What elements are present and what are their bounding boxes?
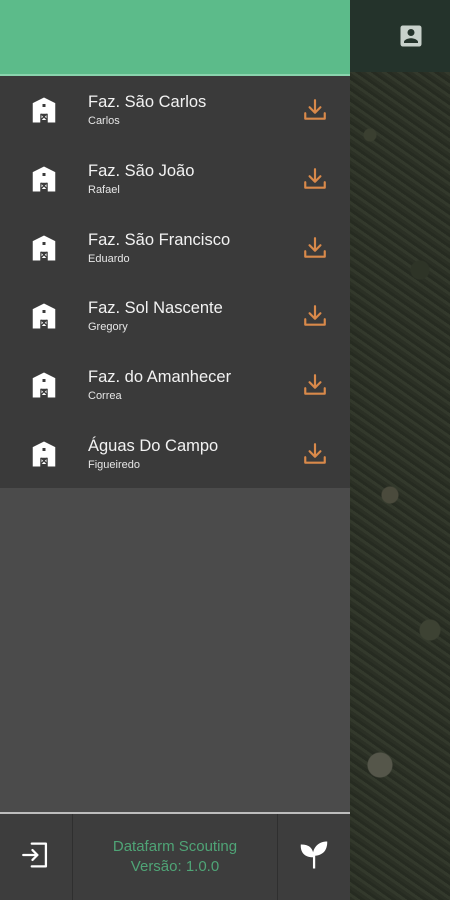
list-item[interactable]: Águas Do Campo Figueiredo xyxy=(0,419,350,488)
barn-icon xyxy=(0,233,88,263)
drawer-empty-area xyxy=(0,488,350,812)
list-item[interactable]: Faz. São Francisco Eduardo xyxy=(0,213,350,282)
list-item[interactable]: Faz. do Amanhecer Correa xyxy=(0,351,350,420)
farm-name: Faz. São João xyxy=(88,162,195,181)
satellite-map[interactable] xyxy=(350,0,450,900)
brand-button[interactable] xyxy=(278,814,350,900)
farm-owner: Eduardo xyxy=(88,252,130,265)
barn-icon xyxy=(0,164,88,194)
farm-name: Faz. do Amanhecer xyxy=(88,368,232,387)
map-toolbar xyxy=(350,0,450,72)
drawer-header xyxy=(0,0,350,76)
barn-icon xyxy=(0,370,88,400)
barn-icon xyxy=(0,301,88,331)
download-icon[interactable] xyxy=(280,441,350,467)
drawer-footer: Datafarm Scouting Versão: 1.0.0 xyxy=(0,812,350,900)
app-version: Versão: 1.0.0 xyxy=(130,858,220,875)
farm-owner: Figueiredo xyxy=(88,458,140,471)
app-name: Datafarm Scouting xyxy=(112,838,238,855)
download-icon[interactable] xyxy=(280,235,350,261)
farm-owner: Gregory xyxy=(88,321,128,334)
list-item[interactable]: Faz. Sol Nascente Gregory xyxy=(0,282,350,351)
app-version-info: Datafarm Scouting Versão: 1.0.0 xyxy=(72,814,278,900)
navigation-drawer: Faz. São Carlos Carlos Faz. São João Raf… xyxy=(0,0,350,900)
download-icon[interactable] xyxy=(280,303,350,329)
farm-name: Águas Do Campo xyxy=(88,436,219,455)
download-icon[interactable] xyxy=(280,97,350,123)
farm-name: Faz. São Carlos xyxy=(88,93,207,112)
farm-owner: Rafael xyxy=(88,184,120,197)
farm-name: Faz. Sol Nascente xyxy=(88,299,223,318)
account-box-icon[interactable] xyxy=(394,19,428,53)
list-item[interactable]: Faz. São João Rafael xyxy=(0,145,350,214)
farm-owner: Correa xyxy=(88,390,122,403)
barn-icon xyxy=(0,439,88,469)
barn-icon xyxy=(0,95,88,125)
list-item[interactable]: Faz. São Carlos Carlos xyxy=(0,76,350,145)
logout-icon xyxy=(19,838,53,877)
logout-button[interactable] xyxy=(0,814,72,900)
farm-list: Faz. São Carlos Carlos Faz. São João Raf… xyxy=(0,76,350,489)
farm-name: Faz. São Francisco xyxy=(88,230,231,249)
download-icon[interactable] xyxy=(280,166,350,192)
sprout-icon xyxy=(296,837,332,878)
download-icon[interactable] xyxy=(280,372,350,398)
farm-owner: Carlos xyxy=(88,115,120,128)
